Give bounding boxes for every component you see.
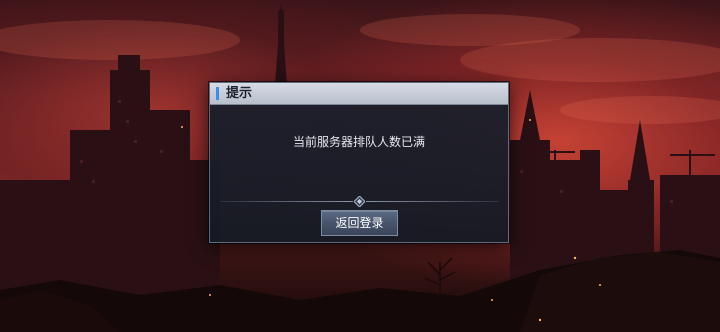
dialog-message: 当前服务器排队人数已满 [292, 135, 425, 149]
divider-right [366, 201, 499, 202]
notice-dialog: 提示 当前服务器排队人数已满 返回登录 [209, 82, 509, 243]
return-login-button[interactable]: 返回登录 [321, 210, 398, 236]
header-accent-bar [216, 87, 219, 100]
divider-left [220, 201, 353, 202]
dialog-title: 提示 [226, 86, 253, 101]
diamond-divider-icon [354, 196, 365, 207]
dialog-header: 提示 [210, 83, 508, 105]
